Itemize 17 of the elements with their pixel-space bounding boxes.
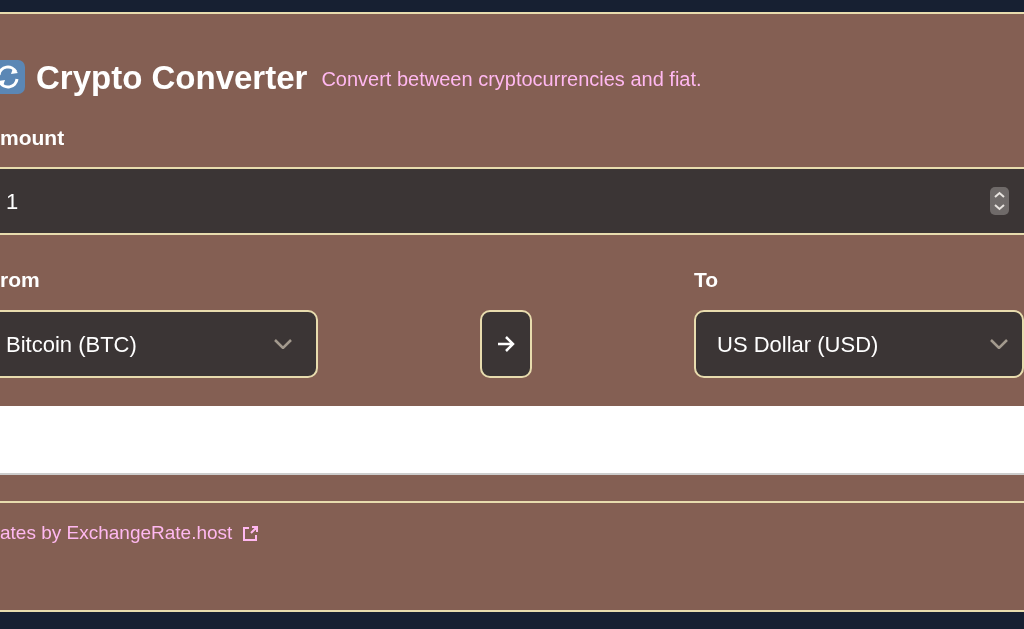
app-title: Crypto Converter — [36, 60, 308, 94]
from-select[interactable]: Bitcoin (BTC) — [0, 310, 318, 378]
source-link[interactable]: ates by ExchangeRate.host — [0, 519, 260, 548]
swap-button[interactable] — [480, 310, 532, 378]
refresh-icon — [0, 59, 26, 95]
external-link-icon — [242, 524, 260, 542]
amount-field[interactable]: 1 — [0, 167, 1024, 235]
app-subtitle: Convert between cryptocurrencies and fiat. — [321, 67, 702, 92]
amount-value: 1 — [6, 187, 19, 216]
chevron-down-icon — [990, 339, 1008, 349]
to-select[interactable]: US Dollar (USD) — [694, 310, 1024, 378]
amount-label: mount — [0, 127, 65, 148]
chevron-down-icon — [274, 339, 292, 349]
from-label: rom — [0, 269, 40, 290]
spinner-icon[interactable] — [990, 187, 1010, 215]
to-label: To — [694, 269, 719, 290]
arrow-right-icon — [496, 335, 516, 353]
